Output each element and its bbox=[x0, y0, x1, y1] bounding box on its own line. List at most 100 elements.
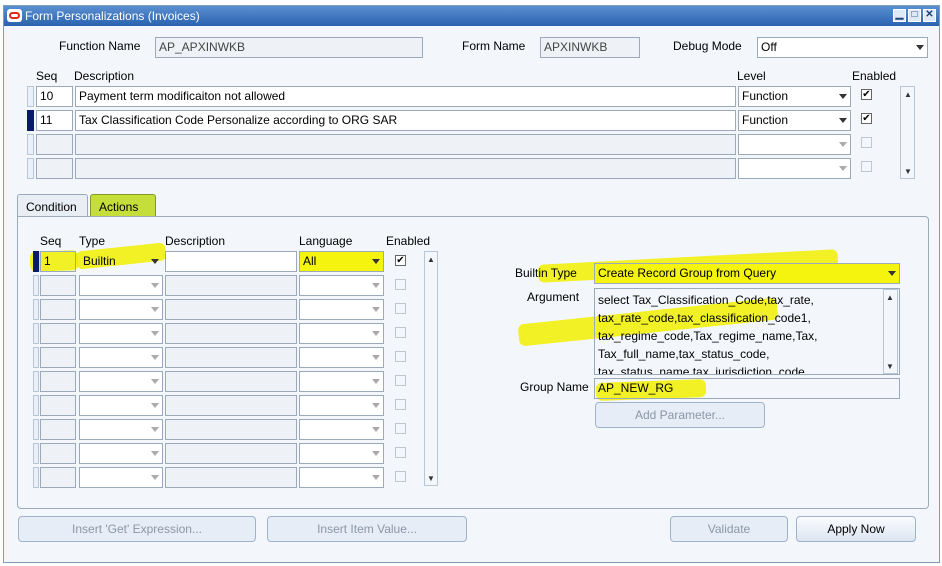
action-enabled-checkbox[interactable] bbox=[395, 375, 406, 386]
group-name-field[interactable]: AP_NEW_RG bbox=[594, 378, 900, 399]
rule-description-field[interactable] bbox=[75, 158, 736, 179]
row-indicator[interactable] bbox=[33, 395, 39, 416]
action-enabled-checkbox[interactable] bbox=[395, 303, 406, 314]
action-description-field[interactable] bbox=[165, 323, 297, 344]
apply-now-button[interactable]: Apply Now bbox=[796, 516, 916, 542]
action-type-select[interactable] bbox=[79, 275, 163, 296]
action-type-select[interactable] bbox=[79, 323, 163, 344]
validate-button[interactable]: Validate bbox=[670, 516, 788, 542]
action-seq-field[interactable] bbox=[40, 347, 76, 368]
close-icon[interactable]: ✕ bbox=[923, 9, 936, 22]
action-enabled-checkbox[interactable] bbox=[395, 447, 406, 458]
rule-enabled-checkbox[interactable] bbox=[861, 137, 872, 148]
action-language-select[interactable]: All bbox=[299, 251, 384, 272]
row-indicator[interactable] bbox=[33, 443, 39, 464]
action-description-field[interactable] bbox=[165, 299, 297, 320]
row-indicator-current[interactable] bbox=[27, 110, 34, 131]
action-seq-field[interactable] bbox=[40, 443, 76, 464]
row-indicator[interactable] bbox=[33, 371, 39, 392]
rule-level-select[interactable] bbox=[738, 158, 851, 179]
action-enabled-checkbox[interactable]: ✔ bbox=[395, 255, 406, 266]
action-seq-field[interactable] bbox=[40, 371, 76, 392]
insert-get-expression-button[interactable]: Insert 'Get' Expression... bbox=[18, 516, 256, 542]
argument-textarea[interactable]: select Tax_Classification_Code,tax_rate,… bbox=[594, 288, 900, 375]
action-seq-field[interactable] bbox=[40, 299, 76, 320]
action-enabled-checkbox[interactable] bbox=[395, 327, 406, 338]
debug-mode-select[interactable]: Off bbox=[757, 37, 928, 58]
rules-scrollbar[interactable]: ▲ ▼ bbox=[900, 86, 915, 179]
row-indicator-current[interactable] bbox=[33, 251, 39, 272]
action-language-select[interactable] bbox=[299, 323, 384, 344]
add-parameter-button[interactable]: Add Parameter... bbox=[595, 402, 765, 428]
scroll-up-icon[interactable]: ▲ bbox=[884, 291, 896, 303]
insert-item-value-button[interactable]: Insert Item Value... bbox=[267, 516, 467, 542]
rule-level-select[interactable]: Function bbox=[738, 86, 851, 107]
action-type-select[interactable] bbox=[79, 395, 163, 416]
rule-enabled-checkbox[interactable]: ✔ bbox=[861, 113, 872, 124]
scroll-down-icon[interactable]: ▼ bbox=[425, 472, 437, 484]
row-indicator[interactable] bbox=[33, 467, 39, 488]
action-description-field[interactable] bbox=[165, 395, 297, 416]
scroll-up-icon[interactable]: ▲ bbox=[902, 88, 914, 100]
action-description-field[interactable] bbox=[165, 467, 297, 488]
action-type-select[interactable] bbox=[79, 371, 163, 392]
action-type-select[interactable] bbox=[79, 467, 163, 488]
tab-condition[interactable]: Condition bbox=[17, 194, 88, 218]
action-description-field[interactable] bbox=[165, 275, 297, 296]
argument-scrollbar[interactable]: ▲ ▼ bbox=[883, 289, 898, 374]
rule-seq-field[interactable] bbox=[36, 158, 73, 179]
action-seq-field[interactable] bbox=[40, 467, 76, 488]
row-indicator[interactable] bbox=[33, 323, 39, 344]
form-name-field[interactable]: APXINWKB bbox=[540, 37, 640, 58]
action-language-select[interactable] bbox=[299, 467, 384, 488]
action-seq-field[interactable] bbox=[40, 395, 76, 416]
action-language-select[interactable] bbox=[299, 371, 384, 392]
action-seq-field[interactable] bbox=[40, 275, 76, 296]
action-language-select[interactable] bbox=[299, 443, 384, 464]
scroll-up-icon[interactable]: ▲ bbox=[425, 253, 437, 265]
rule-level-select[interactable] bbox=[738, 134, 851, 155]
row-indicator[interactable] bbox=[33, 299, 39, 320]
rule-description-field[interactable] bbox=[75, 134, 736, 155]
action-enabled-checkbox[interactable] bbox=[395, 399, 406, 410]
rule-enabled-checkbox[interactable]: ✔ bbox=[861, 89, 872, 100]
action-seq-field[interactable] bbox=[40, 419, 76, 440]
actions-scrollbar[interactable]: ▲ ▼ bbox=[424, 251, 438, 486]
scroll-down-icon[interactable]: ▼ bbox=[902, 165, 914, 177]
rule-description-field[interactable]: Tax Classification Code Personalize acco… bbox=[75, 110, 736, 131]
action-type-select[interactable] bbox=[79, 419, 163, 440]
action-description-field[interactable] bbox=[165, 251, 297, 272]
rule-seq-field[interactable]: 10 bbox=[36, 86, 73, 107]
action-seq-field[interactable]: 1 bbox=[40, 251, 76, 272]
row-indicator[interactable] bbox=[33, 275, 39, 296]
action-description-field[interactable] bbox=[165, 443, 297, 464]
action-type-select[interactable]: Builtin bbox=[79, 251, 163, 272]
action-type-select[interactable] bbox=[79, 299, 163, 320]
rule-description-field[interactable]: Payment term modificaiton not allowed bbox=[75, 86, 736, 107]
action-enabled-checkbox[interactable] bbox=[395, 279, 406, 290]
rule-enabled-checkbox[interactable] bbox=[861, 161, 872, 172]
function-name-field[interactable]: AP_APXINWKB bbox=[155, 37, 423, 58]
action-type-select[interactable] bbox=[79, 347, 163, 368]
action-language-select[interactable] bbox=[299, 347, 384, 368]
builtin-type-select[interactable]: Create Record Group from Query bbox=[594, 263, 900, 284]
row-indicator[interactable] bbox=[33, 347, 39, 368]
row-indicator[interactable] bbox=[27, 158, 34, 179]
tab-actions[interactable]: Actions bbox=[90, 194, 156, 218]
row-indicator[interactable] bbox=[33, 419, 39, 440]
rule-seq-field[interactable] bbox=[36, 134, 73, 155]
action-language-select[interactable] bbox=[299, 275, 384, 296]
action-description-field[interactable] bbox=[165, 347, 297, 368]
action-language-select[interactable] bbox=[299, 299, 384, 320]
rule-level-select[interactable]: Function bbox=[738, 110, 851, 131]
action-language-select[interactable] bbox=[299, 395, 384, 416]
row-indicator[interactable] bbox=[27, 134, 34, 155]
action-description-field[interactable] bbox=[165, 419, 297, 440]
maximize-icon[interactable]: □ bbox=[908, 9, 921, 22]
action-enabled-checkbox[interactable] bbox=[395, 471, 406, 482]
rule-seq-field[interactable]: 11 bbox=[36, 110, 73, 131]
action-description-field[interactable] bbox=[165, 371, 297, 392]
action-language-select[interactable] bbox=[299, 419, 384, 440]
action-enabled-checkbox[interactable] bbox=[395, 423, 406, 434]
minimize-icon[interactable]: ▁ bbox=[893, 9, 906, 22]
